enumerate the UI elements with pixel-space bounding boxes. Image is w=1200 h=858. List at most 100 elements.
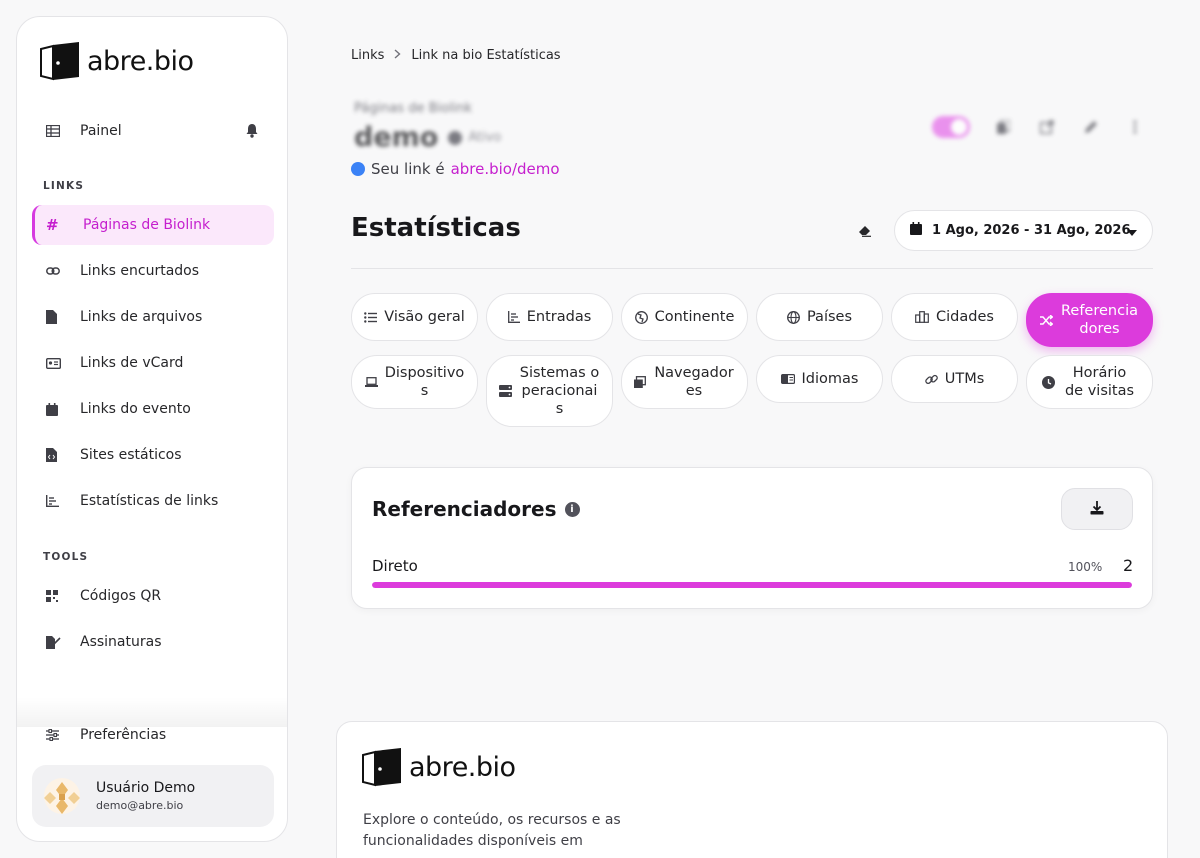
referrer-progress-fill (372, 582, 1132, 588)
sidebar-item-label: Assinaturas (80, 634, 162, 650)
city-icon (915, 311, 929, 323)
referrers-card: Referenciadores i Direto 100% 2 (351, 467, 1153, 609)
brand-name: abre.bio (87, 45, 194, 77)
clock-icon (1041, 375, 1055, 389)
tab-label: Cidades (936, 309, 994, 325)
sidebar-item-label: Páginas de Biolink (83, 217, 211, 233)
tab-cities[interactable]: Cidades (891, 293, 1018, 341)
sidebar-item-event-links[interactable]: Links do evento (32, 389, 274, 429)
divider (351, 268, 1153, 269)
tab-browsers[interactable]: Navegadores (621, 355, 748, 409)
sidebar-item-label: Links de vCard (80, 355, 184, 371)
footer-brand-name: abre.bio (409, 751, 516, 783)
language-icon (780, 374, 795, 384)
status-text: Ativo (468, 130, 502, 145)
avatar (44, 778, 80, 814)
calendar-icon (910, 222, 922, 239)
biolink-url[interactable]: abre.bio/demo (451, 160, 560, 178)
status-badge: Ativo (448, 130, 501, 145)
date-range-button[interactable]: 1 Ago, 2026 - 31 Ago, 2026 (894, 210, 1153, 251)
sidebar-item-preferences[interactable]: Preferências (32, 715, 274, 755)
info-icon[interactable]: i (564, 501, 580, 517)
sidebar-item-label: Sites estáticos (80, 447, 182, 463)
window-icon (634, 376, 646, 388)
user-email: demo@abre.bio (96, 799, 184, 812)
card-title-text: Referenciadores (372, 497, 557, 521)
copy-icon[interactable] (992, 116, 1014, 138)
file-code-icon (32, 448, 68, 462)
page-actions (932, 116, 1146, 138)
tab-utms[interactable]: UTMs (891, 355, 1018, 403)
tab-label: Referenciadores (1060, 303, 1138, 337)
caret-down-icon (1127, 225, 1137, 240)
sidebar-item-biolink-pages[interactable]: # Páginas de Biolink (32, 205, 274, 245)
table-icon (32, 125, 68, 137)
external-link-icon[interactable] (1036, 116, 1058, 138)
sidebar-item-label: Links encurtados (80, 263, 200, 279)
signature-icon (32, 635, 68, 649)
chevron-right-icon (394, 48, 401, 63)
referrer-label: Direto (372, 557, 418, 575)
sidebar-item-static-sites[interactable]: Sites estáticos (32, 435, 274, 475)
tab-referrers[interactable]: Referenciadores (1026, 293, 1153, 347)
tab-continent[interactable]: Continente (621, 293, 748, 341)
tab-languages[interactable]: Idiomas (756, 355, 883, 403)
globe-icon (787, 310, 800, 324)
server-icon (498, 385, 512, 397)
id-card-icon (32, 357, 68, 369)
tab-label: UTMs (944, 371, 985, 387)
breadcrumb-links[interactable]: Links (351, 48, 384, 63)
date-range-text: 1 Ago, 2026 - 31 Ago, 2026 (932, 223, 1131, 238)
bell-icon[interactable] (245, 123, 259, 142)
sidebar-item-link-stats[interactable]: Estatísticas de links (32, 481, 274, 521)
tab-label: Dispositivos (384, 365, 465, 399)
qr-icon (32, 590, 68, 602)
tab-label: Horário de visitas (1064, 365, 1135, 399)
more-vertical-icon[interactable] (1124, 116, 1146, 138)
sidebar-item-label: Painel (80, 123, 122, 139)
eraser-icon[interactable] (858, 222, 872, 241)
tab-label: Países (806, 309, 853, 325)
tab-label: Sistemas operacionais (519, 365, 600, 417)
calendar-icon (32, 402, 68, 416)
referrer-count: 2 (1123, 556, 1134, 575)
tab-label: Idiomas (801, 371, 859, 387)
link-icon (32, 266, 68, 276)
brand-logo[interactable]: abre.bio (39, 41, 194, 81)
sliders-icon (32, 729, 68, 741)
sidebar-item-dashboard[interactable]: Painel (32, 111, 274, 151)
card-title: Referenciadores i (372, 497, 580, 521)
globe-europe-icon (634, 310, 648, 324)
sidebar-item-signatures[interactable]: Assinaturas (32, 622, 274, 662)
tab-overview[interactable]: Visão geral (351, 293, 478, 341)
your-link-prefix: Seu link é (371, 160, 445, 178)
random-icon (1039, 314, 1053, 326)
pencil-icon[interactable] (1080, 116, 1102, 138)
links-section-title: LINKS (43, 180, 85, 192)
your-link-line: Seu link é abre.bio/demo (351, 160, 560, 178)
sidebar-item-label: Links do evento (80, 401, 191, 417)
door-logo-icon (40, 42, 79, 81)
footer-logo[interactable]: abre.bio (361, 747, 516, 787)
sidebar-item-file-links[interactable]: Links de arquivos (32, 297, 274, 337)
sidebar-item-qr-codes[interactable]: Códigos QR (32, 576, 274, 616)
sidebar-item-label: Links de arquivos (80, 309, 203, 325)
status-toggle[interactable] (932, 116, 970, 138)
tab-devices[interactable]: Dispositivos (351, 355, 478, 409)
tools-section-title: TOOLS (43, 551, 89, 563)
sidebar: abre.bio Painel LINKS # Páginas de Bioli… (16, 16, 288, 842)
laptop-icon (364, 377, 378, 387)
tab-label: Visão geral (384, 309, 465, 325)
link-icon (924, 373, 938, 386)
footer-description: Explore o conteúdo, os recursos e as fun… (363, 812, 621, 849)
download-button[interactable] (1061, 488, 1133, 530)
user-card[interactable]: Usuário Demo demo@abre.bio (32, 765, 274, 827)
tab-visit-hours[interactable]: Horário de visitas (1026, 355, 1153, 409)
tab-entries[interactable]: Entradas (486, 293, 613, 341)
referrer-percent: 100% (1068, 560, 1103, 574)
tab-operating-systems[interactable]: Sistemas operacionais (486, 355, 613, 427)
stats-title: Estatísticas (351, 213, 521, 243)
sidebar-item-vcard-links[interactable]: Links de vCard (32, 343, 274, 383)
tab-countries[interactable]: Países (756, 293, 883, 341)
sidebar-item-short-links[interactable]: Links encurtados (32, 251, 274, 291)
